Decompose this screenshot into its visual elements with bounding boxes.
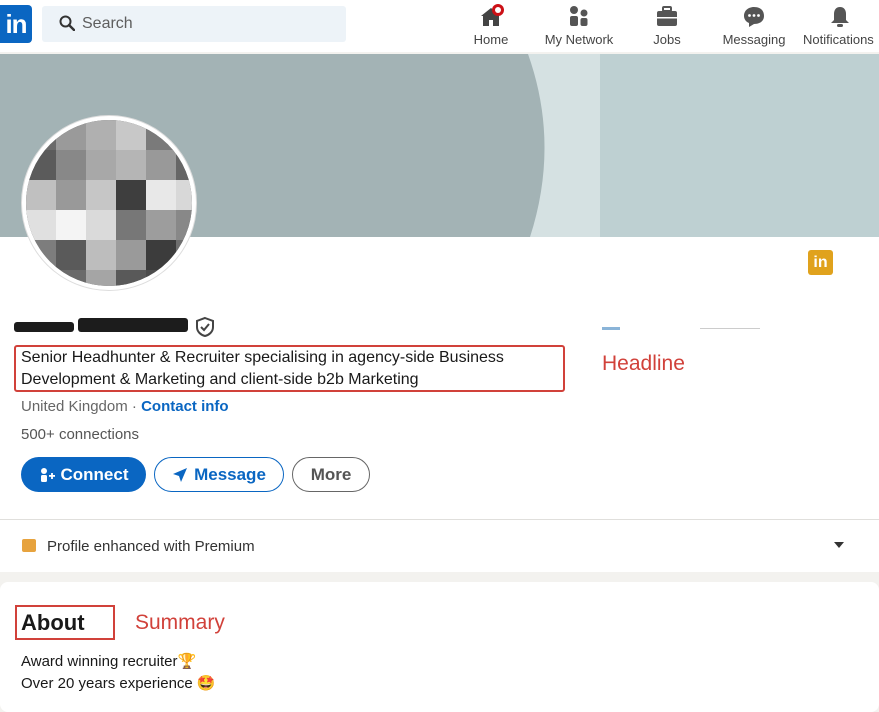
search-bar[interactable] (42, 6, 346, 42)
separator: · (127, 398, 142, 415)
connect-button-label: Connect (60, 464, 129, 484)
location-text: United Kingdom (21, 398, 128, 415)
profile-headline: Senior Headhunter & Recruiter specialisi… (21, 349, 504, 388)
redacted-name-part (14, 322, 74, 332)
linkedin-logo[interactable]: in (0, 5, 32, 43)
nav-my-network[interactable]: My Network (538, 2, 620, 50)
add-person-icon (40, 467, 55, 482)
bell-icon (830, 7, 849, 27)
home-icon (481, 4, 504, 26)
search-input[interactable] (82, 6, 332, 42)
nav-label-notifications: Notifications (803, 32, 874, 47)
premium-label: Profile enhanced with Premium (47, 538, 255, 555)
company-logo-badge[interactable]: in (808, 250, 833, 275)
connect-button[interactable]: Connect (21, 457, 146, 492)
nav-label-jobs: Jobs (653, 32, 681, 47)
redacted-text-right (700, 328, 760, 329)
nav-messaging[interactable]: Messaging (716, 2, 792, 50)
premium-icon (22, 539, 36, 552)
verified-shield-icon[interactable] (194, 316, 216, 338)
location-line: United Kingdom · Contact info (21, 398, 229, 415)
briefcase-icon (657, 6, 677, 26)
nav-label-my-network: My Network (544, 32, 614, 47)
annotation-headline-label: Headline (602, 352, 685, 375)
redacted-name-part (78, 318, 188, 332)
more-button[interactable]: More (292, 457, 370, 492)
top-navbar: in Home My Network Jobs (0, 0, 879, 52)
annotation-summary-label: Summary (135, 611, 225, 634)
message-button[interactable]: Message (154, 457, 284, 492)
search-icon (59, 15, 75, 31)
nav-label-home: Home (473, 32, 509, 47)
card-divider (0, 519, 879, 520)
connections-count[interactable]: 500+ connections (21, 426, 139, 443)
nav-notifications[interactable]: Notifications (800, 2, 879, 50)
chat-icon (744, 7, 764, 27)
send-icon (173, 467, 188, 482)
pixelated-photo (26, 120, 192, 286)
about-section-title: About (21, 610, 85, 635)
about-line-1: Award winning recruiter🏆 (21, 653, 197, 670)
contact-info-link[interactable]: Contact info (141, 398, 229, 415)
about-card (0, 582, 879, 712)
people-icon (570, 6, 588, 26)
chevron-down-icon[interactable] (834, 542, 844, 548)
nav-jobs[interactable]: Jobs (642, 2, 692, 50)
profile-avatar[interactable] (22, 116, 196, 290)
nav-home[interactable]: Home (464, 2, 518, 50)
redacted-text-right (602, 327, 620, 330)
about-line-2: Over 20 years experience 🤩 (21, 675, 216, 692)
nav-label-messaging: Messaging (722, 32, 786, 47)
message-button-label: Message (194, 464, 266, 484)
